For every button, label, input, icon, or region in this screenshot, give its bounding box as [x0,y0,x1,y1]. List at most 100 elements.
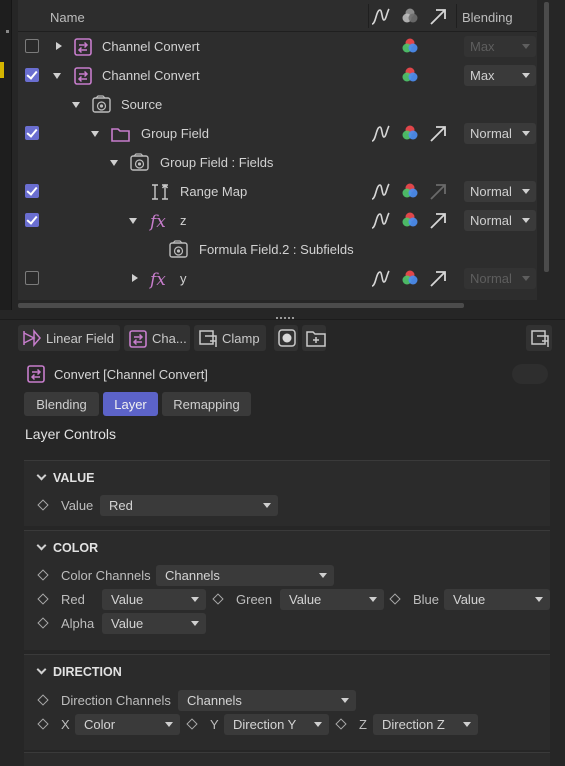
curve-icon[interactable] [370,268,392,290]
collapse-arrow-icon[interactable] [72,102,80,108]
keyframe-diamond-icon[interactable] [37,569,49,581]
row-label: Formula Field.2 : Subfields [199,242,354,257]
expand-arrow-icon[interactable] [132,274,138,282]
direction-arrow-icon[interactable] [428,210,450,232]
direction-arrow-icon[interactable] [428,123,450,145]
color-group-header[interactable]: COLOR [36,540,98,555]
keyframe-diamond-icon[interactable] [37,593,49,605]
blending-select[interactable]: Normal [464,210,536,231]
field-toolbar: Linear Field Cha... Clamp [0,317,565,357]
channel-convert-button[interactable]: Cha... [124,325,190,351]
collapse-arrow-icon[interactable] [53,73,61,79]
keyframe-diamond-icon[interactable] [37,617,49,629]
direction-channels-label: Direction Channels [61,693,171,708]
direction-arrow-icon[interactable] [428,6,450,28]
keyframe-diamond-icon[interactable] [186,718,198,730]
curve-icon[interactable] [370,123,392,145]
curve-icon[interactable] [370,181,392,203]
column-divider[interactable] [456,4,457,28]
list-row[interactable]: Source [18,90,537,119]
tab-blending[interactable]: Blending [24,392,99,416]
blending-select[interactable]: Normal [464,181,536,202]
rgb-icon[interactable] [400,268,422,290]
enable-checkbox[interactable] [25,39,39,53]
blending-select[interactable]: Max [464,36,536,57]
horizontal-scrollbar[interactable] [18,303,464,308]
x-select[interactable]: Color [75,714,180,735]
mode-toggle[interactable] [512,364,548,384]
list-row[interactable]: z Normal [18,206,537,235]
rgb-icon[interactable] [400,36,422,58]
row-label: Group Field : Fields [160,155,274,170]
rgb-icon[interactable] [400,123,422,145]
column-name[interactable]: Name [50,10,85,25]
rgb-icon[interactable] [400,65,422,87]
direction-channels-select[interactable]: Channels [178,690,356,711]
rgb-icon[interactable] [400,210,422,232]
value-group-header[interactable]: VALUE [36,470,94,485]
collapse-arrow-icon[interactable] [91,131,99,137]
enable-checkbox[interactable] [25,126,39,140]
green-select[interactable]: Value [280,589,384,610]
side-strip [0,0,12,310]
expand-arrow-icon[interactable] [56,42,62,50]
value-select[interactable]: Red [100,495,278,516]
new-layer-button[interactable] [302,325,326,351]
collapse-arrow-icon[interactable] [129,218,137,224]
list-row[interactable]: Group Field : Fields [18,148,537,177]
tab-remapping[interactable]: Remapping [162,392,251,416]
direction-group-header[interactable]: DIRECTION [36,664,122,679]
keyframe-diamond-icon[interactable] [389,593,401,605]
list-row[interactable]: Channel Convert Max [18,32,537,61]
panel-options-button[interactable] [526,325,552,351]
clamp-button[interactable]: Clamp [194,325,266,351]
list-row[interactable]: y Normal [18,264,537,293]
blue-select[interactable]: Value [444,589,550,610]
chevron-down-icon [36,540,47,551]
blending-select[interactable]: Max [464,65,536,86]
z-select[interactable]: Direction Z [373,714,478,735]
direction-arrow-icon[interactable] [428,181,450,203]
keyframe-diamond-icon[interactable] [37,694,49,706]
curve-icon[interactable] [370,210,392,232]
source-icon [130,153,149,171]
list-row[interactable]: Channel Convert Max [18,61,537,90]
red-select[interactable]: Value [102,589,206,610]
z-label: Z [359,717,367,732]
linear-field-icon [23,329,41,347]
record-button[interactable] [274,325,298,351]
keyframe-diamond-icon[interactable] [335,718,347,730]
keyframe-diamond-icon[interactable] [212,593,224,605]
resize-grip[interactable] [276,317,294,319]
list-row[interactable]: Range Map Normal [18,177,537,206]
enable-checkbox[interactable] [25,68,39,82]
vertical-scrollbar[interactable] [544,2,549,272]
folder-icon [111,128,130,142]
alpha-select[interactable]: Value [102,613,206,634]
rgb-icon[interactable] [400,6,422,28]
linear-field-button[interactable]: Linear Field [18,325,120,351]
color-channels-select[interactable]: Channels [156,565,334,586]
collapse-arrow-icon[interactable] [110,160,118,166]
keyframe-diamond-icon[interactable] [37,718,49,730]
y-select[interactable]: Direction Y [224,714,329,735]
curve-icon[interactable] [370,6,392,28]
field-list-panel: Name Blending Channel Convert Max Channe… [18,0,537,300]
header-icons [370,6,460,28]
list-row[interactable]: Group Field Normal [18,119,537,148]
column-divider[interactable] [368,4,369,28]
enable-checkbox[interactable] [25,213,39,227]
blending-select[interactable]: Normal [464,268,536,289]
value-label: Value [61,498,94,513]
chevron-down-icon [36,470,47,481]
rgb-icon[interactable] [400,181,422,203]
enable-checkbox[interactable] [25,271,39,285]
direction-arrow-icon[interactable] [428,268,450,290]
keyframe-diamond-icon[interactable] [37,499,49,511]
enable-checkbox[interactable] [25,184,39,198]
column-blending[interactable]: Blending [462,10,513,25]
list-row[interactable]: Formula Field.2 : Subfields [18,235,537,264]
color-group: COLOR Color Channels Channels Red Value … [24,530,550,650]
tab-layer[interactable]: Layer [103,392,158,416]
blending-select[interactable]: Normal [464,123,536,144]
